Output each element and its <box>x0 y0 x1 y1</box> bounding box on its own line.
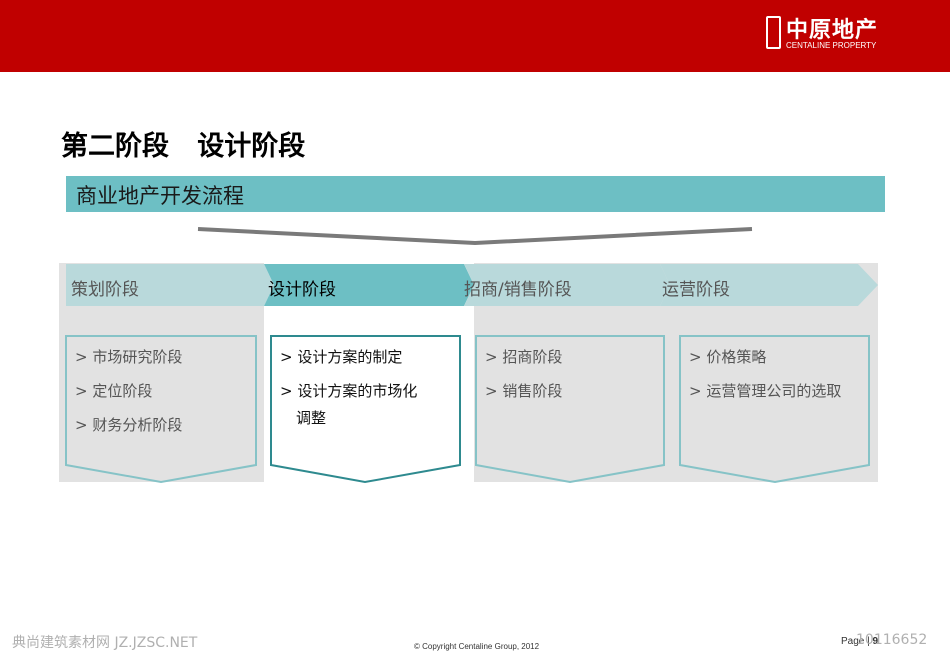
card3-item-1: > 招商阶段 <box>485 348 563 366</box>
card3-item-2: > 销售阶段 <box>485 382 563 400</box>
card1-item-3: > 财务分析阶段 <box>75 416 183 434</box>
watermark-right: 10116652 <box>856 632 928 648</box>
stage-label-1: 策划阶段 <box>71 280 139 300</box>
stage-label-2: 设计阶段 <box>268 280 336 300</box>
stage-label-3: 招商/销售阶段 <box>464 280 572 300</box>
card4-item-2: > 运营管理公司的选取 <box>689 382 842 400</box>
card1-item-1: > 市场研究阶段 <box>75 348 183 366</box>
footer-copyright: © Copyright Centaline Group, 2012 <box>414 642 540 651</box>
bracket-line <box>197 227 753 246</box>
card1-item-2: > 定位阶段 <box>75 382 153 400</box>
stage-label-4: 运营阶段 <box>662 280 730 300</box>
card4-item-1: > 价格策略 <box>689 348 767 366</box>
card2-item-2: > 设计方案的市场化 <box>280 382 418 400</box>
card2-item-1: > 设计方案的制定 <box>280 348 403 366</box>
watermark-left: 典尚建筑素材网 JZ.JZSC.NET <box>12 635 198 651</box>
process-diagram <box>59 227 878 484</box>
card2-item-2-cont: 调整 <box>296 409 327 427</box>
